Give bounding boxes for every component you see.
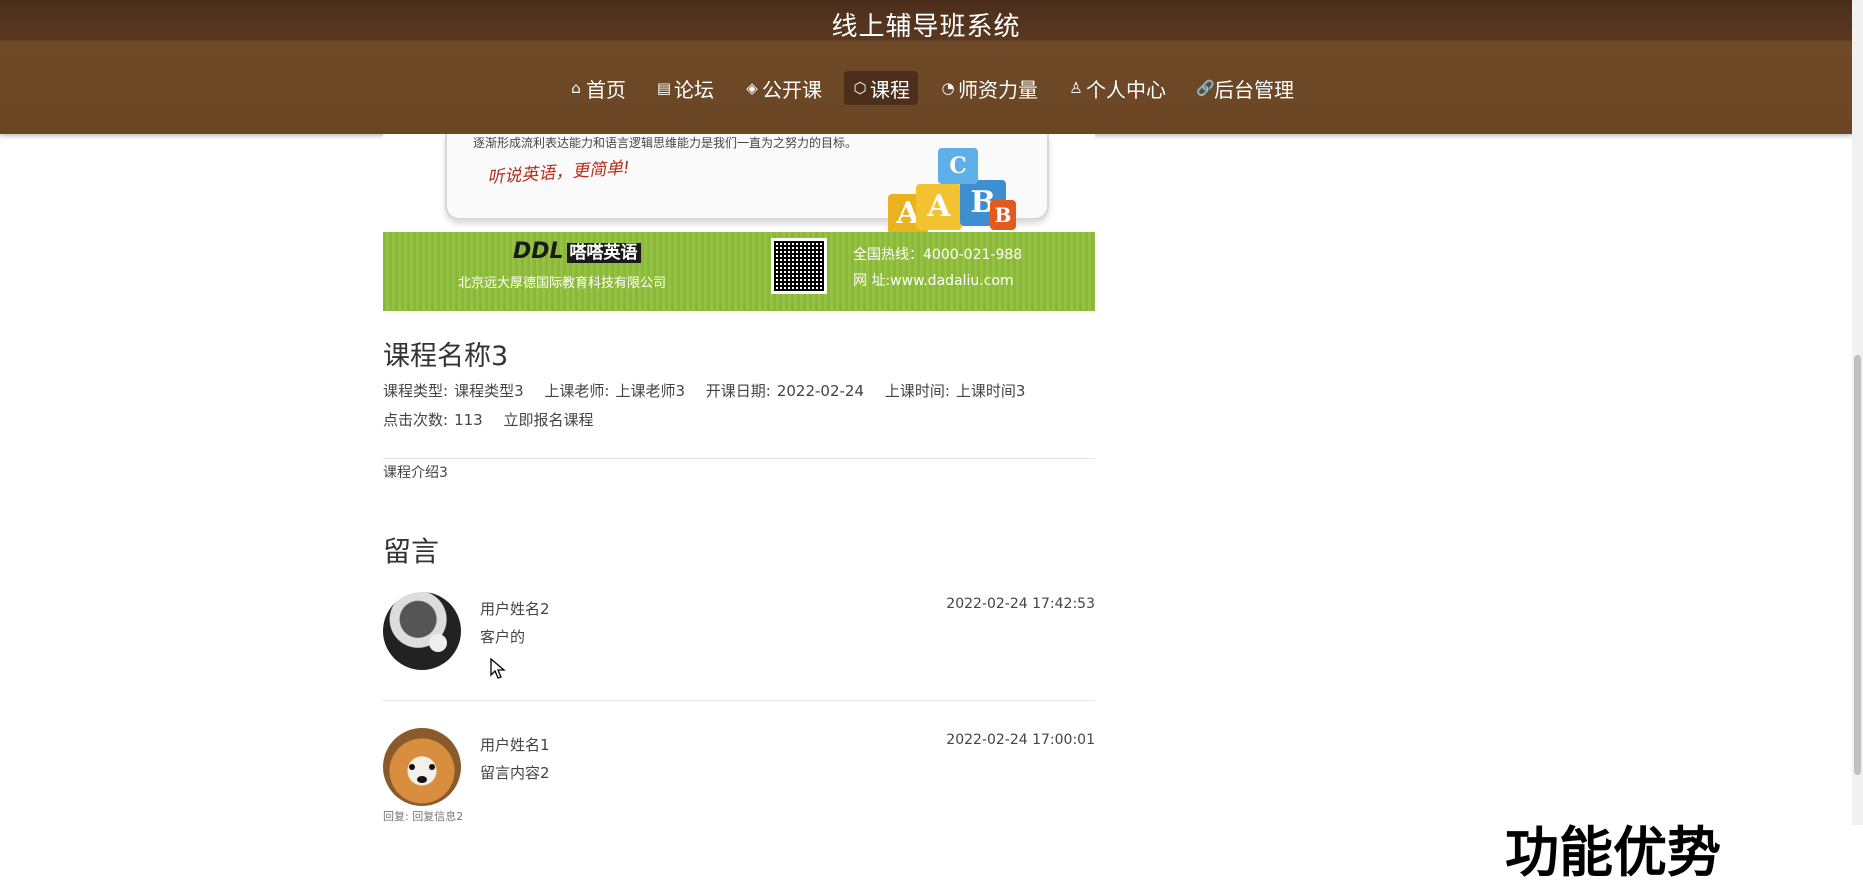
enroll-button[interactable]: 立即报名课程 <box>503 411 593 429</box>
comment-text: 客户的 <box>480 628 526 646</box>
teachers-icon: ◔ <box>941 79 955 97</box>
link-icon: 🔗 <box>1196 79 1215 97</box>
ddl-logo: DDL 嗒嗒英语 <box>513 238 641 264</box>
course-type-label: 课程类型: <box>383 382 449 400</box>
comment-reply: 回复: 回复信息2 <box>383 810 464 823</box>
course-meta-row: 课程类型: 课程类型3 上课老师: 上课老师3 开课日期: 2022-02-24 上课… <box>383 380 1041 401</box>
banner-tagline: 逐渐形成流利表达能力和语言逻辑思维能力是我们一直为之努力的目标。 <box>473 136 858 150</box>
open-course-icon: ◈ <box>746 79 758 97</box>
banner-hotline: 全国热线：4000-021-988 <box>853 247 1023 263</box>
course-type-value: 课程类型3 <box>454 382 524 400</box>
teacher-value: 上课老师3 <box>615 382 685 400</box>
teacher-label: 上课老师: <box>544 382 610 400</box>
divider <box>383 700 1095 701</box>
course-icon: ⬡ <box>853 79 867 97</box>
nav-item-open-course[interactable]: ◈ 公开课 <box>736 71 830 105</box>
course-banner-image: 逐渐形成流利表达能力和语言逻辑思维能力是我们一直为之努力的目标。 听说英语，更简… <box>383 134 1095 311</box>
avatar <box>383 592 461 670</box>
class-time-label: 上课时间: <box>884 382 950 400</box>
nav-label: 后台管理 <box>1214 77 1294 102</box>
comment-time: 2022-02-24 17:00:01 <box>946 732 1095 748</box>
comment-item: 用户姓名1 留言内容2 2022-02-24 17:00:01 <box>383 728 1095 808</box>
scrollbar-thumb[interactable] <box>1854 355 1861 775</box>
course-intro: 课程介绍3 <box>383 465 448 481</box>
divider <box>383 458 1095 459</box>
qr-code-icon <box>771 238 827 294</box>
nav-item-admin[interactable]: 🔗 后台管理 <box>1188 71 1302 105</box>
forum-icon: ▤ <box>656 79 672 97</box>
nav-label: 课程 <box>870 77 910 102</box>
nav-label: 师资力量 <box>958 77 1038 102</box>
nav-item-profile[interactable]: ♙ 个人中心 <box>1060 71 1174 105</box>
nav-label: 首页 <box>586 77 626 102</box>
abc-blocks-icon: A A B B C <box>888 144 1018 244</box>
nav-label: 个人中心 <box>1086 77 1166 102</box>
nav-label: 公开课 <box>762 77 822 102</box>
nav-label: 论坛 <box>674 77 714 102</box>
main-nav: ⌂ 首页 ▤ 论坛 ◈ 公开课 ⬡ 课程 ◔ 师资力量 ♙ 个人中心 🔗 后台管… <box>560 71 1316 105</box>
user-icon: ♙ <box>1069 79 1083 97</box>
start-date-value: 2022-02-24 <box>776 382 865 400</box>
nav-item-course[interactable]: ⬡ 课程 <box>844 71 918 105</box>
block-b-small: B <box>990 200 1016 230</box>
class-time-value: 上课时间3 <box>955 382 1026 400</box>
block-a: A <box>916 184 962 230</box>
system-title: 线上辅导班系统 <box>831 12 1021 42</box>
nav-item-forum[interactable]: ▤ 论坛 <box>648 71 722 105</box>
banner-website: 网 址:www.dadaliu.com <box>853 273 1014 289</box>
nav-item-home[interactable]: ⌂ 首页 <box>560 71 634 105</box>
start-date-label: 开课日期: <box>705 382 771 400</box>
banner-company: 北京远大厚德国际教育科技有限公司 <box>458 276 667 291</box>
comment-author: 用户姓名1 <box>480 736 550 754</box>
course-title: 课程名称3 <box>383 341 509 372</box>
top-header: 线上辅导班系统 ⌂ 首页 ▤ 论坛 ◈ 公开课 ⬡ 课程 ◔ 师资力量 ♙ 个人… <box>0 0 1852 134</box>
banner-slogan: 听说英语，更简单! <box>486 158 631 188</box>
clicks-label: 点击次数: <box>383 411 449 429</box>
nav-item-teachers[interactable]: ◔ 师资力量 <box>932 71 1046 105</box>
comments-title: 留言 <box>383 535 440 568</box>
course-meta-row-2: 点击次数: 113 立即报名课程 <box>383 409 594 430</box>
clicks-value: 113 <box>454 411 483 429</box>
block-c: C <box>938 148 978 184</box>
overlay-heading: 功能优势 <box>1505 821 1721 884</box>
comment-time: 2022-02-24 17:42:53 <box>946 596 1095 612</box>
comment-text: 留言内容2 <box>480 764 550 782</box>
avatar <box>383 728 461 806</box>
page-scrollbar[interactable] <box>1852 0 1863 825</box>
comment-author: 用户姓名2 <box>480 600 550 618</box>
home-icon: ⌂ <box>571 79 581 97</box>
